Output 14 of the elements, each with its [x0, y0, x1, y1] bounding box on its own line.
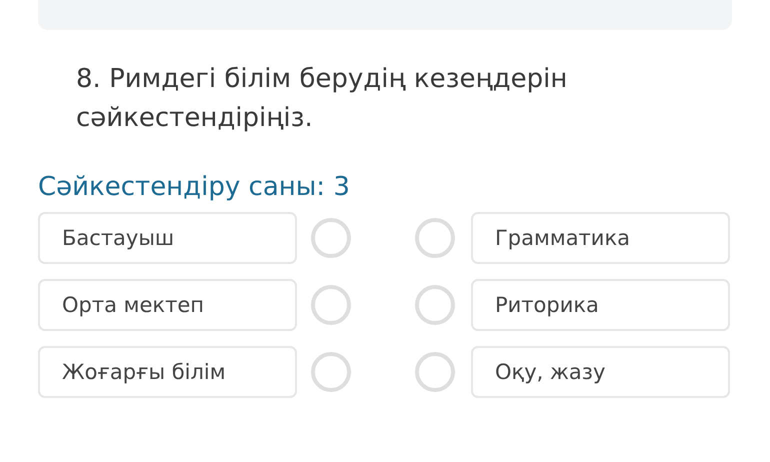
- left-option[interactable]: Бастауыш: [38, 212, 297, 264]
- connector-circle[interactable]: [415, 218, 455, 258]
- connector-circle[interactable]: [311, 352, 351, 392]
- question-text: 8. Римдегі білім берудің кезеңдерін сәйкестендіріңіз.: [76, 63, 568, 135]
- left-option[interactable]: Орта мектеп: [38, 279, 297, 331]
- connector-circle[interactable]: [311, 285, 351, 325]
- match-count-label: Сәйкестендіру саны: 3: [38, 172, 351, 202]
- right-option[interactable]: Оқу, жазу: [471, 346, 730, 398]
- right-option[interactable]: Риторика: [471, 279, 730, 331]
- right-option[interactable]: Грамматика: [471, 212, 730, 264]
- connector-circle[interactable]: [415, 285, 455, 325]
- connector-circle[interactable]: [415, 352, 455, 392]
- connector-circle[interactable]: [311, 218, 351, 258]
- left-option[interactable]: Жоғарғы білім: [38, 346, 297, 398]
